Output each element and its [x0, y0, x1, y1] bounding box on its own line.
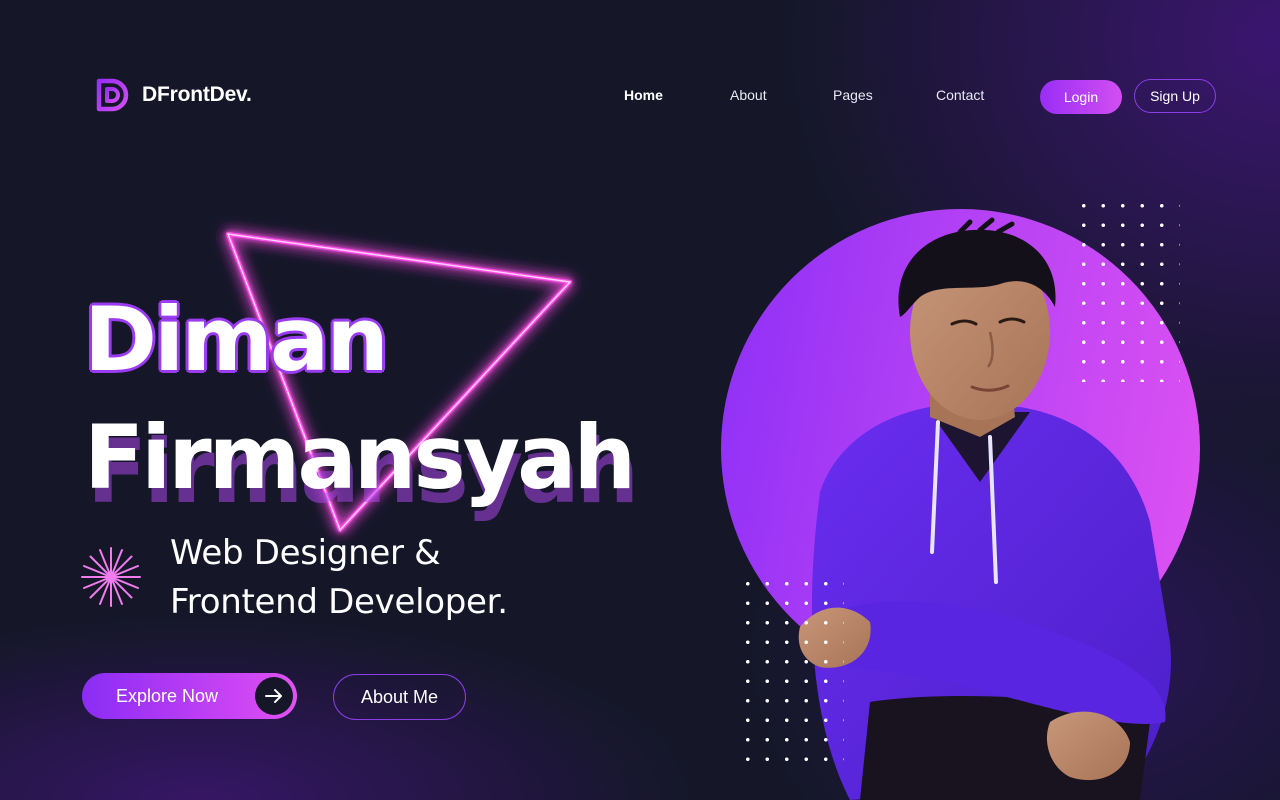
hero-tagline-line2: Frontend Developer. — [170, 582, 508, 622]
starburst-icon — [81, 547, 141, 607]
signup-button[interactable]: Sign Up — [1134, 79, 1216, 113]
nav-about[interactable]: About — [730, 87, 767, 103]
hero-last-name: Firmansyah — [84, 406, 636, 509]
nav-contact[interactable]: Contact — [936, 87, 984, 103]
d-letter-logo-icon — [96, 78, 129, 112]
login-button[interactable]: Login — [1040, 80, 1122, 114]
hero-tagline-line1: Web Designer & — [170, 533, 441, 573]
nav-pages[interactable]: Pages — [833, 87, 873, 103]
nav-home[interactable]: Home — [624, 87, 663, 103]
arrow-right-icon — [255, 677, 293, 715]
brand-logo[interactable]: DFrontDev. — [96, 78, 252, 112]
hero-first-name: Diman — [84, 288, 389, 391]
brand-name: DFrontDev. — [142, 83, 252, 106]
about-me-button[interactable]: About Me — [333, 674, 466, 720]
dot-grid-pattern-bottom — [738, 574, 844, 764]
explore-now-button[interactable]: Explore Now — [82, 673, 297, 719]
explore-now-label: Explore Now — [116, 685, 219, 706]
